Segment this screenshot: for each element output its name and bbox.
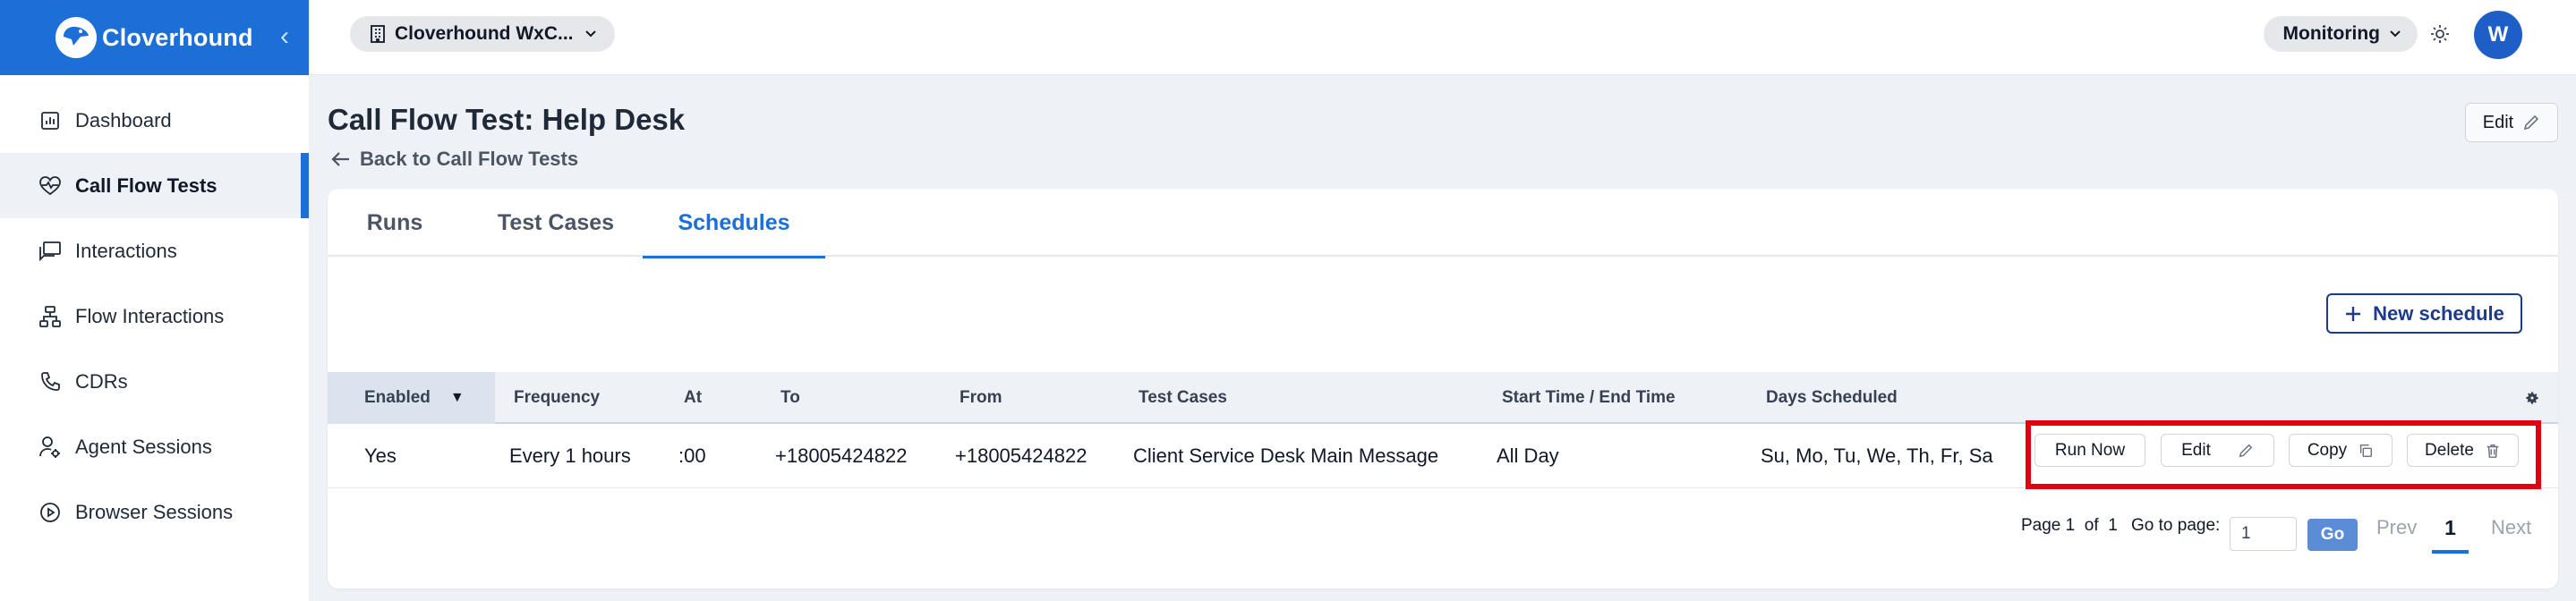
column-header-days-scheduled[interactable]: Days Scheduled [1766,372,1898,424]
cell-time: All Day [1497,444,1559,467]
cell-from: +18005424822 [955,444,1088,467]
edit-schedule-label: Edit [2181,440,2211,460]
copy-schedule-label: Copy [2307,440,2348,460]
user-gear-icon [38,435,63,460]
collapse-sidebar-chevron-icon[interactable]: ‹ [280,21,289,52]
play-circle-icon [38,500,63,525]
mode-selector[interactable]: Monitoring [2263,16,2418,52]
building-icon [370,24,386,44]
tab-runs[interactable]: Runs [363,189,426,257]
sidebar-item-agent-sessions[interactable]: Agent Sessions [0,414,309,479]
brand-name: Cloverhound [102,23,253,51]
column-header-start-end-time[interactable]: Start Time / End Time [1502,372,1676,424]
tab-bar: Runs Test Cases Schedules [328,189,2558,258]
mode-label: Monitoring [2282,23,2380,44]
cell-enabled: Yes [364,444,397,467]
edit-test-label: Edit [2482,112,2514,132]
org-name: Cloverhound WxC... [395,23,574,44]
cell-at: :00 [678,444,706,467]
run-now-button[interactable]: Run Now [2034,434,2145,467]
next-page-button[interactable]: Next [2491,516,2531,539]
column-header-label: Enabled [364,388,431,407]
edit-test-button[interactable]: Edit [2465,103,2558,142]
sidebar-item-browser-sessions[interactable]: Browser Sessions [0,479,309,545]
page-label: Page [2021,516,2061,535]
table-header: Enabled ▼ Frequency At To From Test Case… [328,372,2558,424]
schedules-card: Runs Test Cases Schedules New schedule E… [328,189,2558,588]
chevron-down-icon [584,30,597,38]
top-bar: Cloverhound WxC... Monitoring W [309,0,2576,75]
prev-page-button[interactable]: Prev [2376,516,2417,539]
column-header-enabled[interactable]: Enabled ▼ [328,372,495,424]
column-header-frequency[interactable]: Frequency [514,372,600,424]
sidebar-item-label: Dashboard [75,108,172,131]
flow-chart-icon [38,304,63,329]
sidebar: Cloverhound ‹ Dashboard Call Flow Tests … [0,0,309,601]
tab-schedules[interactable]: Schedules [643,189,825,258]
sidebar-item-label: Browser Sessions [75,500,234,523]
edit-schedule-button[interactable]: Edit [2161,434,2274,467]
cell-test-cases: Client Service Desk Main Message [1133,444,1439,467]
plus-icon [2344,305,2362,323]
sidebar-item-call-flow-tests[interactable]: Call Flow Tests [0,153,309,218]
gear-icon[interactable] [2524,390,2540,406]
theme-toggle-sun-icon[interactable] [2429,23,2451,45]
back-link-label: Back to Call Flow Tests [360,148,579,170]
copy-icon [2358,443,2374,459]
goto-page-label: Go to page: [2131,516,2221,535]
of-label: of [2084,516,2099,535]
column-header-from[interactable]: From [960,372,1002,424]
bar-chart-icon [38,108,63,133]
column-header-test-cases[interactable]: Test Cases [1139,372,1227,424]
user-avatar[interactable]: W [2474,11,2522,59]
sidebar-item-flow-interactions[interactable]: Flow Interactions [0,284,309,349]
run-now-label: Run Now [2054,440,2126,460]
sidebar-item-label: CDRs [75,369,128,393]
copy-schedule-button[interactable]: Copy [2289,434,2393,467]
sidebar-item-dashboard[interactable]: Dashboard [0,88,309,153]
cell-to: +18005424822 [775,444,908,467]
page-title: Call Flow Test: Help Desk [328,103,686,136]
new-schedule-label: New schedule [2373,301,2504,325]
sidebar-item-label: Interactions [75,239,177,262]
cell-days: Su, Mo, Tu, We, Th, Fr, Sa [1761,444,1993,467]
current-page-button[interactable]: 1 [2432,512,2469,554]
sidebar-item-cdrs[interactable]: CDRs [0,349,309,414]
sidebar-item-interactions[interactable]: Interactions [0,218,309,284]
sidebar-nav: Dashboard Call Flow Tests Interactions F… [0,75,309,545]
chat-bubbles-icon [38,239,63,264]
goto-page-input[interactable]: 1 [2230,517,2297,551]
brand-header: Cloverhound ‹ [0,0,309,75]
total-pages: 1 [2108,516,2118,535]
delete-schedule-button[interactable]: Delete [2407,434,2519,467]
new-schedule-button[interactable]: New schedule [2326,293,2522,334]
sidebar-item-label: Call Flow Tests [75,174,218,197]
cell-frequency: Every 1 hours [509,444,631,467]
trash-icon [2485,443,2501,459]
delete-schedule-label: Delete [2425,440,2474,460]
back-link[interactable]: Back to Call Flow Tests [331,148,578,171]
arrow-left-icon [331,151,351,167]
heart-pulse-icon [38,174,63,199]
chevron-down-icon [2389,30,2401,38]
go-button[interactable]: Go [2307,519,2358,551]
sort-descending-icon: ▼ [449,390,465,405]
pencil-icon [2522,114,2540,131]
pencil-icon [2238,443,2254,459]
cloverhound-logo-icon [55,17,97,58]
column-header-at[interactable]: At [684,372,702,424]
page-number: 1 [2065,516,2076,535]
sidebar-item-label: Flow Interactions [75,304,225,327]
tab-test-cases[interactable]: Test Cases [491,189,620,257]
row-actions-highlight: Run Now Edit Copy Delete [2026,420,2541,489]
column-header-to[interactable]: To [780,372,800,424]
phone-icon [38,369,63,394]
pagination-status: Page 1 of 1 [2021,516,2118,536]
org-selector[interactable]: Cloverhound WxC... [350,16,615,52]
sidebar-item-label: Agent Sessions [75,435,212,458]
